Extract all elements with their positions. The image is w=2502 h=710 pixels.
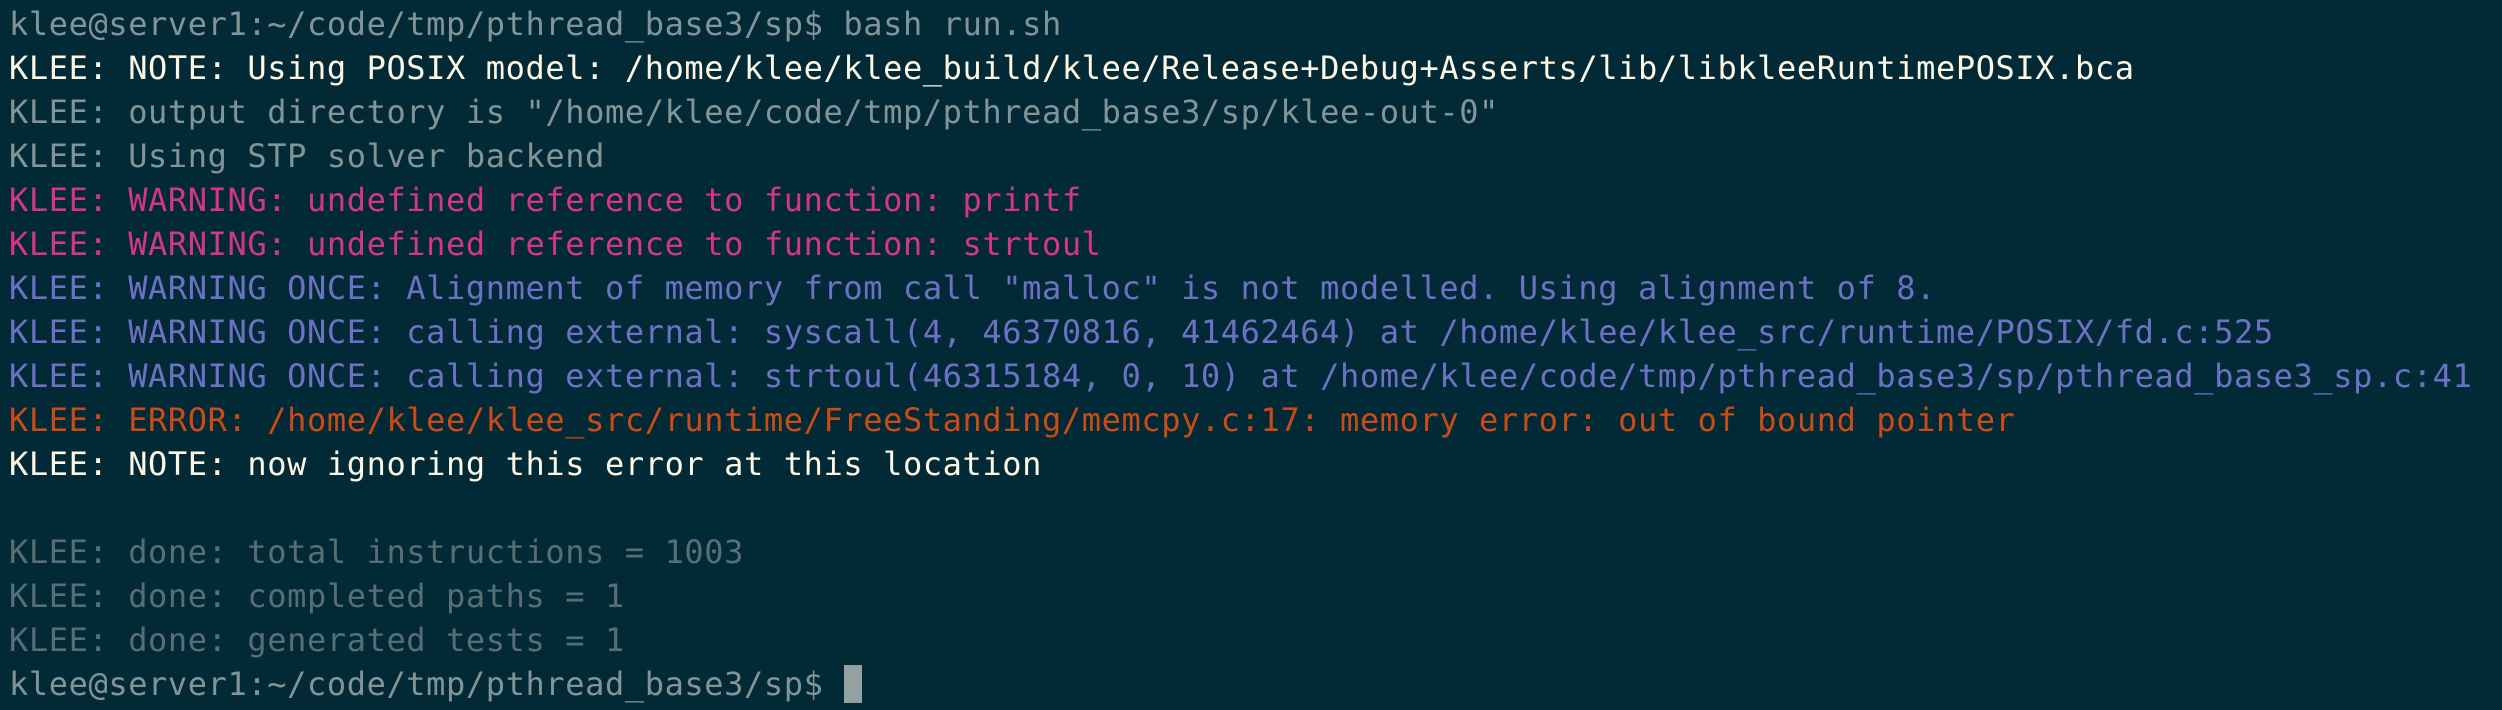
output-line-warning: KLEE: WARNING: undefined reference to fu… [9,181,1082,219]
output-line-warning-once: KLEE: WARNING ONCE: calling external: st… [9,357,2473,395]
output-line-note: KLEE: NOTE: Using POSIX model: /home/kle… [9,49,2135,87]
output-line-warning-once: KLEE: WARNING ONCE: Alignment of memory … [9,269,1936,307]
shell-prompt: klee@server1:~/code/tmp/pthread_base3/sp… [9,5,824,43]
shell-prompt: klee@server1:~/code/tmp/pthread_base3/sp… [9,665,824,703]
output-line-note: KLEE: NOTE: now ignoring this error at t… [9,445,1043,483]
command-line: klee@server1:~/code/tmp/pthread_base3/sp… [9,2,2502,46]
text-cursor [843,665,862,703]
output-line-warning-once: KLEE: WARNING ONCE: calling external: sy… [9,313,2274,351]
output-line-warning: KLEE: WARNING: undefined reference to fu… [9,225,1102,263]
output-line-done: KLEE: done: total instructions = 1003 [9,533,745,571]
output-line-info: KLEE: output directory is "/home/klee/co… [9,93,1499,131]
output-line-info: KLEE: Using STP solver backend [9,137,605,175]
output-line-done: KLEE: done: generated tests = 1 [9,621,625,659]
output-line-done: KLEE: done: completed paths = 1 [9,577,625,615]
command-text: bash run.sh [843,5,1062,43]
current-prompt-line[interactable]: klee@server1:~/code/tmp/pthread_base3/sp… [9,662,2502,706]
output-line-error: KLEE: ERROR: /home/klee/klee_src/runtime… [9,401,2016,439]
terminal-window[interactable]: klee@server1:~/code/tmp/pthread_base3/sp… [0,0,2502,706]
